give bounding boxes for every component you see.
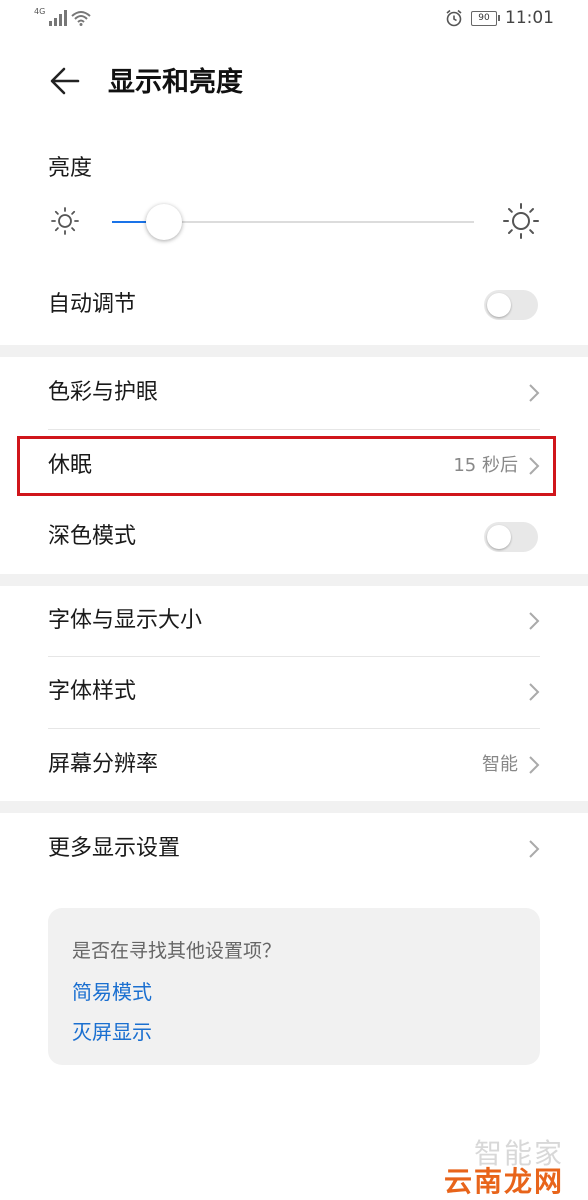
dark-mode-row[interactable]: 深色模式 [0,502,588,572]
resolution-row[interactable]: 屏幕分辨率 智能 [0,730,588,800]
resolution-label: 屏幕分辨率 [48,752,159,777]
section-gap [0,574,588,586]
suggestion-question: 是否在寻找其他设置项？ [72,940,282,962]
status-left: 4G [34,8,91,26]
chevron-right-icon [529,756,540,774]
chevron-right-icon [529,384,540,402]
chevron-right-icon [529,683,540,701]
status-time: 11:01 [505,8,554,28]
status-bar: 4G 90 11:01 [0,0,588,38]
brightness-label: 亮度 [48,156,93,181]
auto-adjust-toggle[interactable] [484,290,538,320]
simple-mode-link[interactable]: 简易模式 [72,976,152,1005]
divider [48,429,540,430]
watermark: 智能家 云南龙网 [418,1132,568,1198]
highlight-box [17,436,556,496]
signal-icon [49,10,68,26]
suggestion-card: 是否在寻找其他设置项？ 简易模式 灭屏显示 [48,908,540,1065]
section-gap [0,345,588,357]
toggle-knob [487,525,511,549]
watermark-bottom: 云南龙网 [443,1165,564,1198]
more-display-label: 更多显示设置 [48,836,181,861]
aod-link[interactable]: 灭屏显示 [72,1016,152,1045]
page-title: 显示和亮度 [108,67,243,98]
auto-adjust-label: 自动调节 [48,292,137,317]
resolution-value: 智能 [482,754,518,775]
font-size-row[interactable]: 字体与显示大小 [0,586,588,656]
chevron-right-icon [529,840,540,858]
dark-mode-toggle[interactable] [484,522,538,552]
font-style-row[interactable]: 字体样式 [0,657,588,727]
network-type: 4G [34,7,46,16]
brightness-slider[interactable] [112,204,474,240]
auto-adjust-row[interactable]: 自动调节 [0,270,588,340]
more-display-row[interactable]: 更多显示设置 [0,814,588,884]
font-style-label: 字体样式 [48,679,137,704]
sun-large-icon [503,203,539,239]
battery-indicator: 90 [471,10,500,26]
brightness-slider-fill [112,221,146,223]
brightness-slider-thumb[interactable] [146,204,182,240]
chevron-right-icon [529,612,540,630]
color-eye-row[interactable]: 色彩与护眼 [0,358,588,428]
alarm-icon [446,9,462,27]
toggle-knob [487,293,511,317]
sun-small-icon [51,207,79,235]
font-size-label: 字体与显示大小 [48,608,203,633]
brightness-slider-row [0,196,588,248]
back-arrow-icon[interactable] [48,64,82,98]
status-right: 90 11:01 [445,8,554,28]
dark-mode-label: 深色模式 [48,524,137,549]
divider [48,728,540,729]
wifi-icon [71,11,91,26]
color-eye-label: 色彩与护眼 [48,380,159,405]
section-gap [0,801,588,813]
page-header: 显示和亮度 [0,44,588,116]
